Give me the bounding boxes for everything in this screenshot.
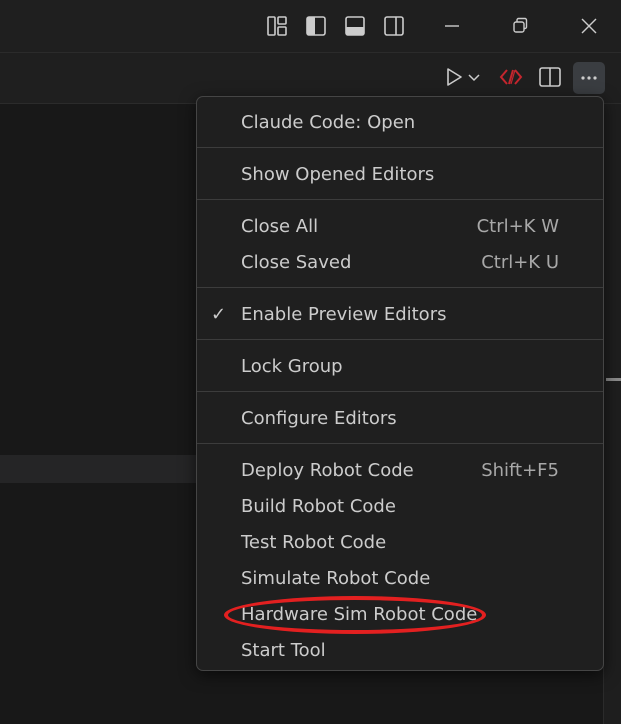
menu-item-shortcut: Ctrl+K W bbox=[476, 216, 559, 237]
menu-item-test-robot-code[interactable]: Test Robot Code bbox=[197, 525, 603, 561]
editor-actions-menu: Claude Code: Open Show Opened Editors Cl… bbox=[196, 96, 604, 671]
menu-separator bbox=[197, 339, 603, 340]
menu-item-show-opened-editors[interactable]: Show Opened Editors bbox=[197, 157, 603, 193]
run-icon[interactable] bbox=[441, 64, 467, 90]
menu-separator bbox=[197, 391, 603, 392]
menu-item-label: Close Saved bbox=[241, 252, 352, 273]
menu-item-label: Enable Preview Editors bbox=[241, 304, 447, 325]
toggle-panel-icon[interactable] bbox=[343, 14, 367, 38]
menu-separator bbox=[197, 147, 603, 148]
checkmark-icon: ✓ bbox=[211, 304, 227, 325]
run-dropdown-chevron-icon[interactable] bbox=[466, 64, 482, 90]
menu-item-close-all[interactable]: Close All Ctrl+K W bbox=[197, 209, 603, 245]
menu-item-shortcut: Ctrl+K U bbox=[481, 252, 559, 273]
menu-item-claude-code-open[interactable]: Claude Code: Open bbox=[197, 105, 603, 141]
toggle-primary-sidebar-icon[interactable] bbox=[304, 14, 328, 38]
menu-item-label: Simulate Robot Code bbox=[241, 568, 431, 589]
split-editor-icon[interactable] bbox=[537, 64, 563, 90]
menu-item-label: Start Tool bbox=[241, 640, 326, 661]
more-actions-icon bbox=[581, 76, 597, 80]
menu-separator bbox=[197, 443, 603, 444]
minimize-icon[interactable] bbox=[440, 14, 464, 38]
editor-scrollbar[interactable] bbox=[603, 104, 621, 724]
customize-layout-icon[interactable] bbox=[265, 14, 289, 38]
menu-item-configure-editors[interactable]: Configure Editors bbox=[197, 401, 603, 437]
menu-item-label: Claude Code: Open bbox=[241, 112, 416, 133]
close-icon[interactable] bbox=[577, 14, 601, 38]
more-actions-button[interactable] bbox=[573, 62, 605, 94]
menu-item-label: Close All bbox=[241, 216, 319, 237]
title-bar bbox=[0, 0, 621, 53]
wpilib-icon[interactable] bbox=[498, 64, 524, 90]
menu-item-close-saved[interactable]: Close Saved Ctrl+K U bbox=[197, 245, 603, 281]
menu-item-lock-group[interactable]: Lock Group bbox=[197, 349, 603, 385]
restore-icon[interactable] bbox=[508, 14, 532, 38]
menu-item-deploy-robot-code[interactable]: Deploy Robot Code Shift+F5 bbox=[197, 453, 603, 489]
menu-item-shortcut: Shift+F5 bbox=[481, 460, 559, 481]
menu-separator bbox=[197, 287, 603, 288]
menu-item-start-tool[interactable]: Start Tool bbox=[197, 633, 603, 669]
menu-item-label: Lock Group bbox=[241, 356, 343, 377]
menu-item-simulate-robot-code[interactable]: Simulate Robot Code bbox=[197, 561, 603, 597]
menu-item-label: Deploy Robot Code bbox=[241, 460, 414, 481]
menu-item-label: Build Robot Code bbox=[241, 496, 396, 517]
scrollbar-marker bbox=[606, 378, 621, 381]
menu-item-label: Configure Editors bbox=[241, 408, 397, 429]
editor-current-line bbox=[0, 455, 200, 483]
menu-item-enable-preview-editors[interactable]: ✓ Enable Preview Editors bbox=[197, 297, 603, 333]
toggle-secondary-sidebar-icon[interactable] bbox=[382, 14, 406, 38]
highlight-annotation-circle bbox=[224, 596, 486, 634]
menu-item-build-robot-code[interactable]: Build Robot Code bbox=[197, 489, 603, 525]
menu-item-label: Test Robot Code bbox=[241, 532, 387, 553]
menu-item-label: Show Opened Editors bbox=[241, 164, 435, 185]
menu-separator bbox=[197, 199, 603, 200]
